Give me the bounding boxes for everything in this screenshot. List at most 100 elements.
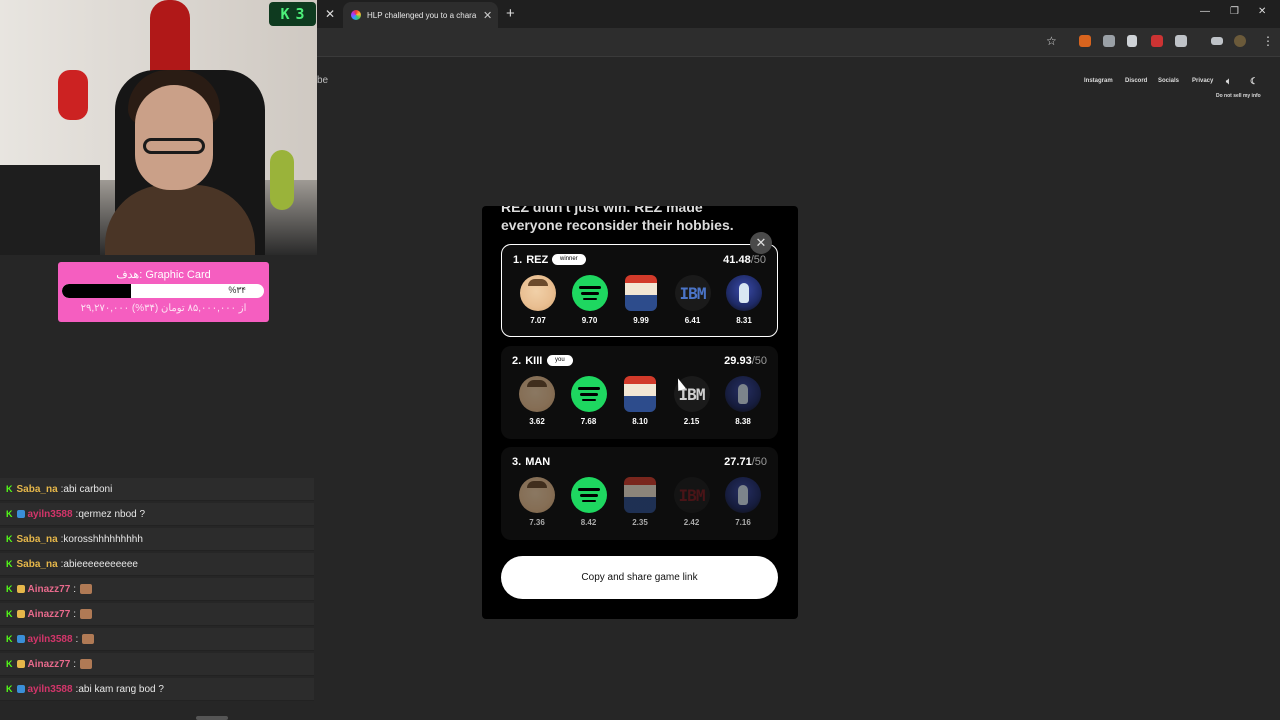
player-rank: 1. bbox=[513, 254, 523, 266]
browser-tab-active[interactable]: HLP challenged you to a chara ✕ bbox=[343, 2, 498, 28]
rating-value: 6.41 bbox=[684, 316, 701, 325]
nav-instagram[interactable]: Instagram bbox=[1084, 78, 1113, 84]
rating-value: 3.62 bbox=[529, 417, 545, 426]
rating-icons-row: 3.62 7.68 8.10 IBM 2.15 8.38 bbox=[517, 376, 763, 426]
webcam-shelf bbox=[0, 165, 100, 255]
player-score: 29.93/50 bbox=[724, 355, 767, 367]
emote-icon bbox=[80, 584, 93, 594]
rating-value: 2.15 bbox=[683, 417, 700, 426]
chat-text: qermez nbod ? bbox=[78, 508, 146, 520]
player-tag-badge: winner bbox=[552, 254, 586, 265]
player-rank-name: 2. KIII bbox=[512, 355, 542, 367]
player-score: 27.71/50 bbox=[724, 456, 767, 468]
chat-username[interactable]: Ainazz77 bbox=[28, 609, 71, 620]
spotify-icon bbox=[570, 376, 607, 412]
score-value: 41.48 bbox=[723, 254, 751, 266]
chat-separator: : bbox=[75, 633, 79, 645]
goal-title: هدف: Graphic Card bbox=[116, 269, 211, 281]
modal-close-button[interactable]: ✕ bbox=[750, 232, 772, 254]
copy-share-link-button[interactable]: Copy and share game link bbox=[501, 556, 778, 599]
minimize-icon[interactable]: — bbox=[1200, 6, 1210, 17]
rating-value: 7.36 bbox=[529, 518, 545, 527]
player-score: 41.48/50 bbox=[723, 254, 766, 266]
score-value: 29.93 bbox=[724, 355, 752, 367]
rating-cell: IBM 6.41 bbox=[673, 275, 713, 325]
pen-icon bbox=[725, 376, 761, 412]
pen-icon bbox=[725, 477, 761, 513]
kick-badge-icon: K bbox=[6, 684, 13, 694]
puzzle-icon[interactable] bbox=[1175, 35, 1187, 47]
score-value: 27.71 bbox=[724, 456, 752, 468]
goal-progress-bar: %۳۴ bbox=[62, 284, 264, 298]
chat-username[interactable]: Saba_na bbox=[17, 559, 58, 570]
user-badge-icon bbox=[16, 635, 25, 643]
chat-message: Kayiln3588: bbox=[0, 628, 314, 651]
rating-value: 7.68 bbox=[580, 417, 597, 426]
kick-badge-icon: K bbox=[6, 484, 13, 494]
kick-badge-icon: K bbox=[6, 534, 13, 544]
chat-message: Kayiln3588: qermez nbod ? bbox=[0, 503, 314, 526]
nav-discord[interactable]: Discord bbox=[1125, 78, 1147, 84]
chat-separator: : bbox=[73, 583, 77, 595]
chat-separator: : bbox=[73, 658, 77, 670]
rating-cell: 3.62 bbox=[517, 376, 557, 426]
chat-message: K Saba_na: abi carboni bbox=[0, 478, 314, 501]
chat-username[interactable]: Saba_na bbox=[17, 484, 58, 495]
chat-username[interactable]: Ainazz77 bbox=[28, 584, 71, 595]
profile-avatar-icon[interactable] bbox=[1234, 35, 1246, 47]
player-result-card: 2. KIII you 29.93/50 3.62 7.68 8.10 IBM 2.15 8.38 bbox=[501, 346, 778, 439]
chat-message: K Saba_na: korosshhhhhhhhh bbox=[0, 528, 314, 551]
goal-progress-label: %۳۴ bbox=[228, 285, 246, 295]
player-result-card: 3. MAN 27.71/50 7.36 8.42 2.35 IBM 2.42 7.16 bbox=[501, 447, 778, 540]
tab-close-icon[interactable]: ✕ bbox=[483, 9, 492, 22]
chat-username[interactable]: ayiln3588 bbox=[28, 634, 73, 645]
chat-text: abieeeeeeeeeee bbox=[63, 558, 138, 570]
nav-privacy[interactable]: Privacy bbox=[1192, 78, 1213, 84]
page-background bbox=[317, 57, 1280, 720]
restore-icon[interactable]: ❐ bbox=[1230, 6, 1239, 17]
kick-badge-icon: K bbox=[6, 659, 13, 669]
goal-progress-fill bbox=[62, 284, 131, 298]
chat-username[interactable]: Saba_na bbox=[17, 534, 58, 545]
rating-cell: 7.36 bbox=[517, 477, 557, 527]
dark-mode-moon-icon[interactable]: ☾ bbox=[1250, 76, 1258, 87]
chat-username[interactable]: ayiln3588 bbox=[28, 684, 73, 695]
player-rank-name: 1. REZ bbox=[513, 254, 548, 266]
ibm-icon: IBM bbox=[673, 477, 710, 513]
chat-message: Kayiln3588: abi kam rang bod ? bbox=[0, 678, 314, 701]
close-icon[interactable]: ✕ bbox=[325, 7, 335, 21]
pen-icon bbox=[726, 275, 762, 311]
kick-logo-icon: K bbox=[280, 5, 290, 23]
window-close-icon[interactable]: ✕ bbox=[1258, 6, 1266, 17]
spiderman-figure bbox=[58, 70, 88, 120]
results-headline: REZ didn't just win. REZ made everyone r… bbox=[501, 206, 734, 233]
score-max: /50 bbox=[750, 254, 766, 266]
chat-message: K Ainazz77: bbox=[0, 603, 314, 626]
user-badge-icon bbox=[16, 610, 25, 618]
plant-decor bbox=[270, 150, 294, 210]
extension-badge-icon[interactable] bbox=[1151, 35, 1163, 47]
bookmark-star-icon[interactable]: ☆ bbox=[1046, 34, 1057, 48]
rating-value: 9.99 bbox=[633, 316, 649, 325]
menu-kebab-icon[interactable]: ⋮ bbox=[1262, 34, 1274, 48]
chat-text: abi carboni bbox=[63, 483, 113, 495]
rating-cell: 8.10 bbox=[620, 376, 660, 426]
rating-value: 2.35 bbox=[632, 518, 648, 527]
media-control-icon[interactable] bbox=[1211, 37, 1223, 45]
emote-icon bbox=[80, 609, 93, 619]
eyedropper-icon[interactable] bbox=[1127, 35, 1137, 47]
extension-icon[interactable] bbox=[1079, 35, 1091, 47]
chat-username[interactable]: ayiln3588 bbox=[28, 509, 73, 520]
shield-icon[interactable] bbox=[1103, 35, 1115, 47]
chat-username[interactable]: Ainazz77 bbox=[28, 659, 71, 670]
new-tab-plus-icon[interactable]: + bbox=[506, 5, 515, 22]
do-not-sell-link[interactable]: Do not sell my info bbox=[1216, 93, 1261, 99]
nav-socials[interactable]: Socials bbox=[1158, 78, 1179, 84]
player-rank-name: 3. MAN bbox=[512, 456, 550, 468]
sound-icon[interactable]: 🔈︎ bbox=[1226, 76, 1231, 87]
goal-subtitle: ۲۹,۲۷۰,۰۰۰ از ۸۵,۰۰۰,۰۰۰ تومان (۳۴%) bbox=[80, 303, 247, 314]
scrollbar-thumb[interactable] bbox=[196, 716, 228, 720]
rating-value: 2.42 bbox=[683, 518, 700, 527]
kick-counter-badge: K 3 bbox=[269, 2, 316, 26]
spotify-icon bbox=[571, 275, 608, 311]
